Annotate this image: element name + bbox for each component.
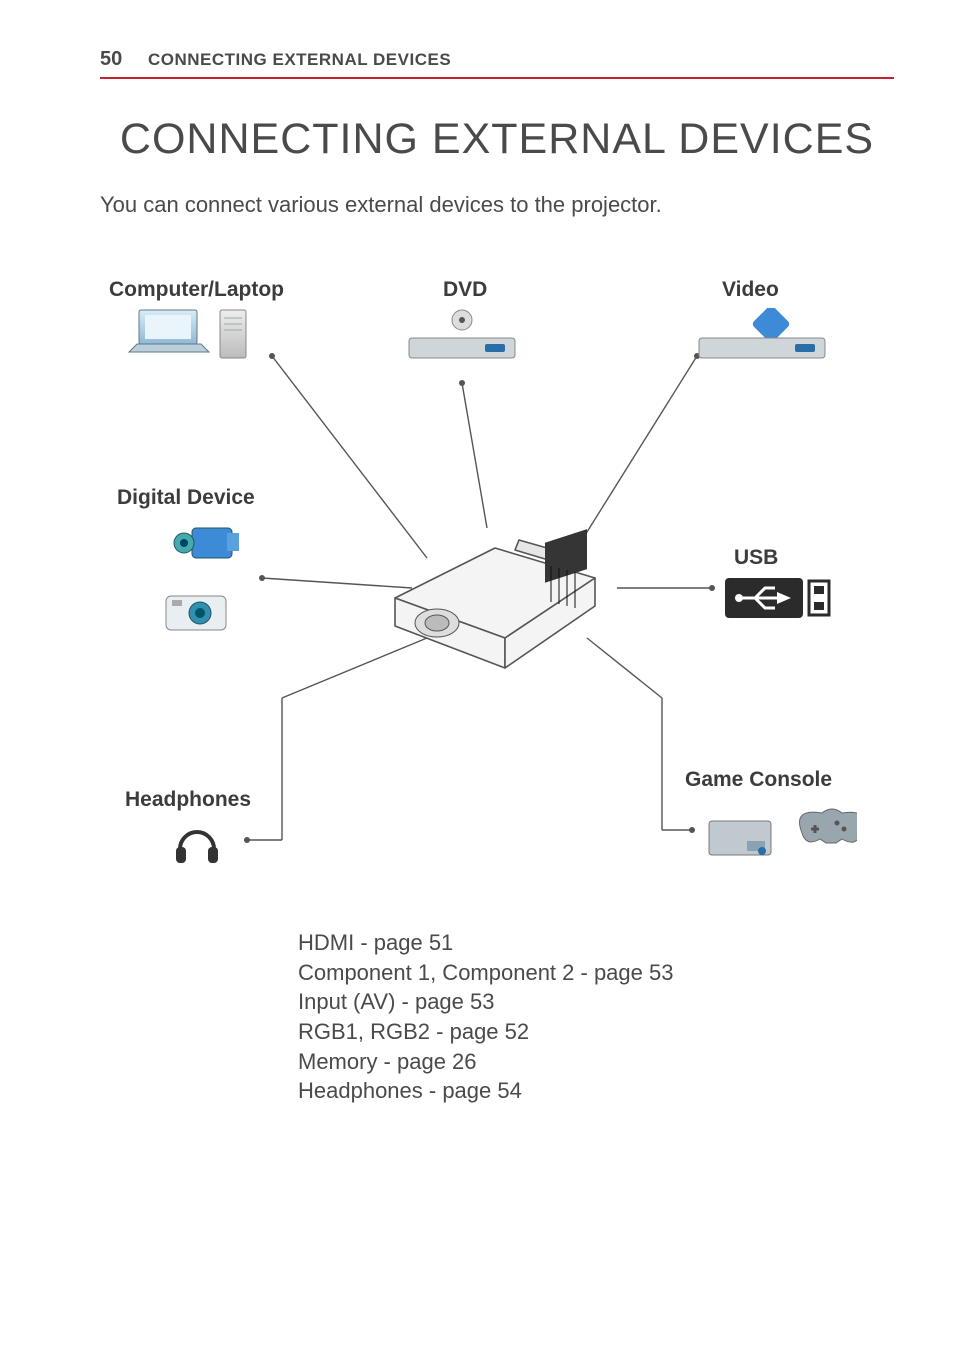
page-title: CONNECTING EXTERNAL DEVICES xyxy=(100,115,894,164)
game-console-icon xyxy=(707,803,857,863)
page-number: 50 xyxy=(100,48,130,71)
label-computer-laptop: Computer/Laptop xyxy=(109,278,284,302)
laptop-icon xyxy=(125,308,255,363)
headphones-icon xyxy=(172,819,222,869)
label-headphones: Headphones xyxy=(125,788,251,812)
reference-line: RGB1, RGB2 - page 52 xyxy=(298,1017,894,1047)
camera-icon xyxy=(162,588,232,636)
label-digital-device: Digital Device xyxy=(117,486,255,510)
label-usb: USB xyxy=(734,546,778,570)
page-header: 50 CONNECTING EXTERNAL DEVICES xyxy=(100,48,894,79)
section-title: CONNECTING EXTERNAL DEVICES xyxy=(148,50,451,70)
label-video: Video xyxy=(722,278,779,302)
dvd-player-icon xyxy=(407,308,517,363)
manual-page: 50 CONNECTING EXTERNAL DEVICES CONNECTIN… xyxy=(0,0,954,1354)
video-player-icon xyxy=(697,308,827,363)
connection-diagram: Computer/Laptop DVD Video Digital Device… xyxy=(117,278,877,898)
reference-line: Component 1, Component 2 - page 53 xyxy=(298,958,894,988)
page-reference-list: HDMI - page 51 Component 1, Component 2 … xyxy=(298,928,894,1106)
intro-text: You can connect various external devices… xyxy=(100,192,894,218)
label-dvd: DVD xyxy=(443,278,487,302)
label-game-console: Game Console xyxy=(685,768,832,792)
projector-icon xyxy=(375,508,615,678)
reference-line: Memory - page 26 xyxy=(298,1047,894,1077)
reference-line: HDMI - page 51 xyxy=(298,928,894,958)
camcorder-icon xyxy=(172,518,242,568)
reference-line: Headphones - page 54 xyxy=(298,1076,894,1106)
usb-icon xyxy=(725,578,835,618)
reference-line: Input (AV) - page 53 xyxy=(298,987,894,1017)
